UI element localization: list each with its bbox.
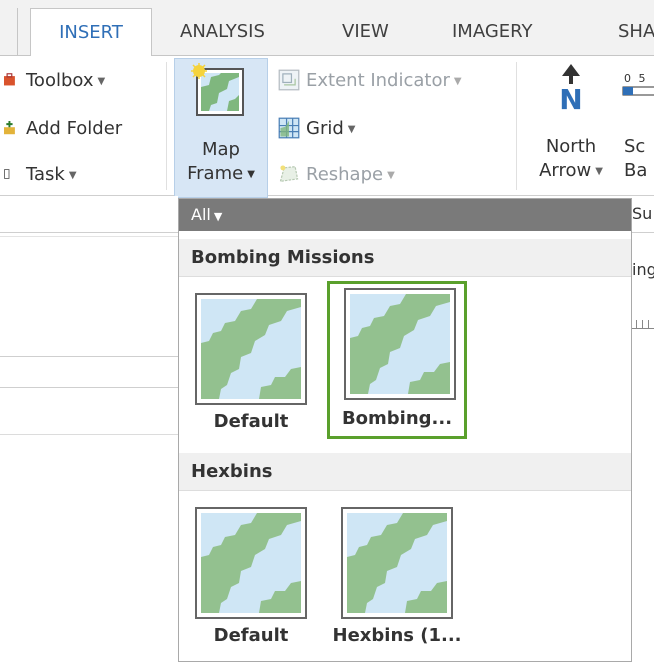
toolbox-label: Toolbox (26, 70, 94, 91)
tab-share[interactable]: SHA (618, 8, 654, 56)
map-thumbnail-icon (195, 293, 307, 405)
contents-pane (0, 196, 178, 662)
scale-bar-button[interactable]: 0 5 Sc Ba (620, 62, 654, 192)
map-thumbnail-icon (344, 288, 456, 400)
partial-text: ing (632, 260, 654, 279)
gallery-item-label: Default (213, 411, 289, 432)
chevron-down-icon: ▼ (595, 166, 603, 177)
gallery-filter-label: All (191, 205, 211, 224)
grid-label: Grid (306, 118, 344, 139)
task-button[interactable]: Task ▼ (4, 162, 77, 188)
pane-divider (0, 232, 178, 233)
chevron-down-icon: ▼ (247, 169, 255, 180)
gallery-section-header: Bombing Missions (179, 239, 631, 277)
gallery-item-bombing[interactable]: Bombing... (327, 281, 467, 439)
chevron-down-icon: ▼ (68, 170, 77, 181)
chevron-down-icon: ▼ (347, 124, 356, 135)
toolbox-icon (4, 73, 15, 86)
scale-bar-icon (622, 86, 654, 96)
task-label: Task (26, 164, 65, 185)
add-folder-button[interactable]: Add Folder (4, 116, 122, 142)
map-frame-label-line2-wrap: Frame ▼ (175, 163, 267, 186)
extent-indicator-button[interactable]: Extent Indicator ▼ (278, 68, 462, 94)
gallery-section-header: Hexbins (179, 453, 631, 491)
toolbox-button[interactable]: Toolbox ▼ (4, 68, 105, 94)
chevron-down-icon: ▼ (453, 76, 462, 87)
gallery-item-label: Bombing... (341, 408, 453, 429)
north-arrow-label-line2-wrap: Arrow ▼ (528, 160, 614, 183)
north-letter: N (559, 83, 583, 116)
ribbon-insert: Toolbox ▼ Add Folder Task ▼ Map Frame ▼ Ext… (0, 56, 654, 198)
ribbon-separator (516, 62, 517, 190)
map-frame-icon (191, 63, 244, 116)
ruler (630, 320, 654, 329)
map-thumbnail-icon (341, 507, 453, 619)
gallery-filter-dropdown[interactable]: All ▼ (179, 199, 631, 231)
tab-insert[interactable]: INSERT (30, 8, 152, 57)
scale-bar-label-line2: Ba (624, 160, 648, 181)
map-frame-gallery: All ▼ Bombing Missions Default Bombing...… (178, 198, 632, 662)
tab-previous-edge[interactable] (0, 8, 18, 56)
north-arrow-icon (562, 64, 580, 84)
ribbon-separator (166, 62, 167, 190)
scale-bar-label-line1: Sc (624, 136, 646, 157)
reshape-icon (279, 165, 299, 183)
gallery-item-default[interactable]: Default (181, 501, 321, 659)
map-frame-label-line1: Map (202, 139, 240, 160)
chevron-down-icon: ▼ (97, 76, 106, 87)
north-arrow-label-line2: Arrow (539, 160, 592, 181)
pane-input-row[interactable] (0, 356, 178, 388)
reshape-button[interactable]: Reshape ▼ (278, 162, 395, 188)
divider (630, 232, 654, 233)
gallery-item-label: Hexbins (1... (332, 625, 462, 646)
north-arrow-button[interactable]: N North Arrow ▼ (528, 62, 614, 192)
add-folder-label: Add Folder (26, 118, 123, 139)
chevron-down-icon: ▼ (387, 170, 395, 181)
partial-group-label: Su (632, 204, 653, 223)
ribbon-tab-bar: INSERT ANALYSIS VIEW IMAGERY SHA (0, 0, 654, 57)
task-icon (4, 169, 10, 179)
pane-divider (0, 236, 178, 237)
map-frame-button[interactable]: Map Frame ▼ (174, 58, 268, 198)
grid-icon (278, 117, 300, 139)
background-panel: Su ing (630, 196, 654, 662)
gallery-item-hexbins[interactable]: Hexbins (1... (327, 501, 467, 659)
north-arrow-label-line1: North (545, 136, 597, 157)
reshape-label: Reshape (306, 164, 384, 185)
add-folder-icon (4, 121, 15, 135)
gallery-item-label: Default (213, 625, 289, 646)
extent-indicator-icon (278, 69, 300, 91)
pane-divider (0, 434, 178, 435)
map-thumbnail-icon (195, 507, 307, 619)
chevron-down-icon: ▼ (213, 210, 223, 223)
map-frame-label-line2: Frame (187, 163, 244, 184)
tab-imagery[interactable]: IMAGERY (452, 8, 533, 56)
gallery-item-default[interactable]: Default (181, 287, 321, 445)
tab-view[interactable]: VIEW (342, 8, 389, 56)
grid-button[interactable]: Grid ▼ (278, 116, 355, 142)
extent-indicator-label: Extent Indicator (306, 70, 450, 91)
tab-analysis[interactable]: ANALYSIS (180, 8, 265, 56)
